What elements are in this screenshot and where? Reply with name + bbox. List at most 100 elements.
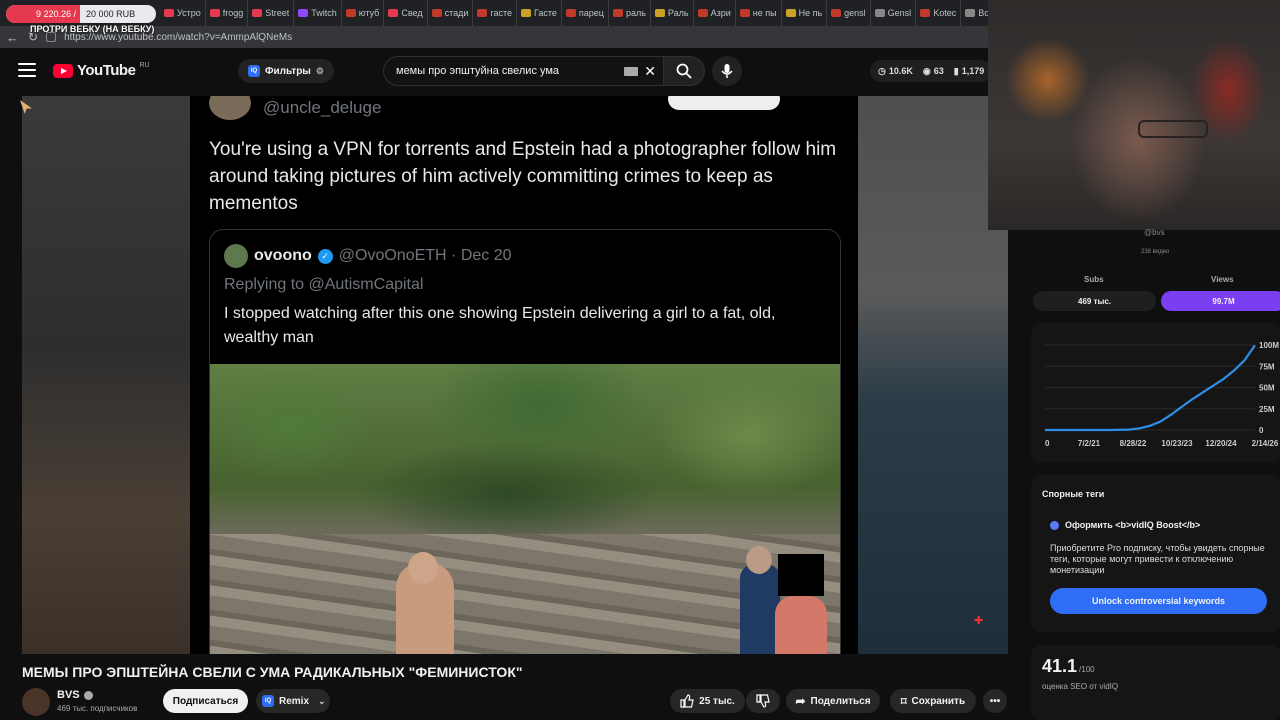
- browser-tab[interactable]: Gensl: [871, 0, 917, 26]
- hamburger-menu-icon[interactable]: [18, 63, 36, 77]
- youtube-header: YouTube RU iQ Фильтры ⚙ мемы про эпштуйн…: [0, 48, 993, 96]
- video-player[interactable]: @uncle_deluge You're using a VPN for tor…: [22, 96, 1008, 654]
- vidiq-stats-bar: ◷ 10.6K ◉ 63 ▮ 1,179: [870, 60, 993, 82]
- like-button[interactable]: 25 тыс.: [670, 689, 745, 713]
- save-button[interactable]: ⌑ Сохранить: [890, 689, 976, 713]
- censor-block: [778, 554, 824, 596]
- tab-favicon-icon: [965, 9, 976, 17]
- person-right: [740, 546, 780, 654]
- subscribe-button[interactable]: Подписаться: [163, 689, 248, 713]
- share-button[interactable]: ➦ Поделиться: [786, 689, 880, 713]
- tab-label: парец: [578, 8, 604, 18]
- browser-tab[interactable]: стади: [428, 0, 474, 26]
- tab-favicon-icon: [298, 9, 309, 17]
- browser-tab[interactable]: Свед: [384, 0, 428, 26]
- sliders-icon: ⚙: [315, 65, 324, 76]
- quoted-tweet: ovoono ✓ @OvoOnoETH · Dec 20 Replying to…: [209, 229, 841, 654]
- tab-label: не пы: [752, 8, 777, 18]
- more-actions-button[interactable]: •••: [983, 689, 1007, 713]
- tab-favicon-icon: [565, 9, 576, 17]
- chart-x-tick: 2/14/26: [1252, 439, 1279, 448]
- youtube-play-icon: [53, 63, 73, 78]
- tab-favicon-icon: [612, 9, 623, 17]
- boost-link[interactable]: Оформить <b>vidIQ Boost</b>: [1050, 520, 1200, 530]
- tweet-screenshot: @uncle_deluge You're using a VPN for tor…: [190, 96, 858, 654]
- browser-tab[interactable]: gensl: [827, 0, 871, 26]
- chart-x-tick: 0: [1045, 439, 1050, 448]
- browser-tab[interactable]: Kotec: [916, 0, 962, 26]
- tweet-handle: @uncle_deluge: [263, 98, 382, 117]
- browser-tab[interactable]: Гасте: [517, 0, 562, 26]
- remix-label: Remix: [279, 695, 310, 707]
- tab-label: Gensl: [887, 8, 912, 18]
- youtube-logo[interactable]: YouTube RU: [53, 62, 150, 79]
- tab-favicon-icon: [654, 9, 665, 17]
- blurred-background-right: [858, 96, 1008, 654]
- channel-name-text: BVS: [57, 689, 80, 701]
- tab-favicon-icon: [697, 9, 708, 17]
- chart-x-tick: 7/2/21: [1078, 439, 1101, 448]
- seo-score-max: /100: [1079, 665, 1095, 674]
- browser-tab[interactable]: не пы: [736, 0, 782, 26]
- chart-y-tick: 0: [1259, 426, 1264, 435]
- browser-tab[interactable]: ютуб: [342, 0, 385, 26]
- filters-button[interactable]: iQ Фильтры ⚙: [238, 59, 334, 83]
- tab-favicon-icon: [431, 9, 442, 17]
- tab-favicon-icon: [388, 9, 399, 17]
- channel-name[interactable]: BVS: [57, 689, 93, 701]
- tab-label: gensl: [844, 8, 866, 18]
- browser-tab[interactable]: Street: [248, 0, 295, 26]
- quote-replying-to: Replying to @AutismCapital: [224, 276, 424, 293]
- tab-favicon-icon: [874, 9, 885, 17]
- save-label: Сохранить: [911, 695, 966, 707]
- browser-tab[interactable]: Twitch: [294, 0, 342, 26]
- donation-current: 9 220.26 /: [6, 5, 81, 23]
- thumbs-down-icon: [756, 694, 770, 708]
- tab-favicon-icon: [785, 9, 796, 17]
- tab-label: ютуб: [358, 8, 380, 18]
- stat-count: ▮ 1,179: [953, 65, 985, 77]
- sidebar-handle: @bvs: [1144, 228, 1165, 237]
- browser-tab[interactable]: Раль: [651, 0, 694, 26]
- subs-toggle[interactable]: 469 тыс.: [1033, 291, 1156, 311]
- tweet-avatar: [209, 96, 251, 120]
- clear-search-icon[interactable]: ✕: [644, 63, 656, 80]
- remix-button[interactable]: iQ Remix ⌄: [256, 689, 330, 713]
- browser-tab[interactable]: парец: [562, 0, 609, 26]
- voice-search-button[interactable]: [712, 56, 742, 86]
- browser-tab[interactable]: frogg: [206, 0, 249, 26]
- seo-score-value: 41.1: [1042, 656, 1078, 676]
- search-icon: [676, 63, 692, 79]
- search-button[interactable]: [663, 56, 705, 86]
- blurred-background-left: [22, 96, 190, 654]
- tweet-text: You're using a VPN for torrents and Epst…: [209, 139, 837, 214]
- channel-avatar[interactable]: [22, 688, 50, 716]
- logo-region: RU: [139, 62, 150, 69]
- chart-y-tick: 25M: [1259, 405, 1275, 414]
- tags-title: Спорные теги: [1042, 489, 1105, 499]
- tab-label: frogg: [222, 8, 244, 18]
- unlock-keywords-button[interactable]: Unlock controversial keywords: [1050, 588, 1267, 614]
- quote-photo: [210, 364, 840, 654]
- thumbs-up-icon: [680, 694, 694, 708]
- clock-icon: ◷: [878, 65, 886, 76]
- keyboard-icon[interactable]: [624, 67, 638, 76]
- views-toggle[interactable]: 99.7M: [1161, 291, 1280, 311]
- browser-tab[interactable]: гасте: [473, 0, 518, 26]
- browser-tab[interactable]: раль: [609, 0, 651, 26]
- browser-tab[interactable]: Не пь: [782, 0, 828, 26]
- back-arrow-icon[interactable]: ←: [6, 30, 20, 45]
- follow-pill: [668, 96, 780, 110]
- tab-label: раль: [625, 8, 646, 18]
- tab-label: стади: [444, 8, 469, 18]
- tab-favicon-icon: [739, 9, 750, 17]
- browser-tab[interactable]: Азри: [694, 0, 736, 26]
- tab-label: Устро: [177, 8, 201, 18]
- tab-label: Kotec: [933, 8, 957, 18]
- quote-handle: @OvoOnoETH · Dec 20: [338, 247, 512, 264]
- tab-strip: Устро frogg Street Twitch ютуб Свед стади гасте…: [160, 0, 995, 26]
- search-input[interactable]: мемы про эпштуйна свелис ума ✕: [383, 56, 665, 86]
- dislike-button[interactable]: [746, 689, 780, 713]
- browser-tab[interactable]: Устро: [160, 0, 206, 26]
- eye-icon: ◉: [922, 65, 931, 76]
